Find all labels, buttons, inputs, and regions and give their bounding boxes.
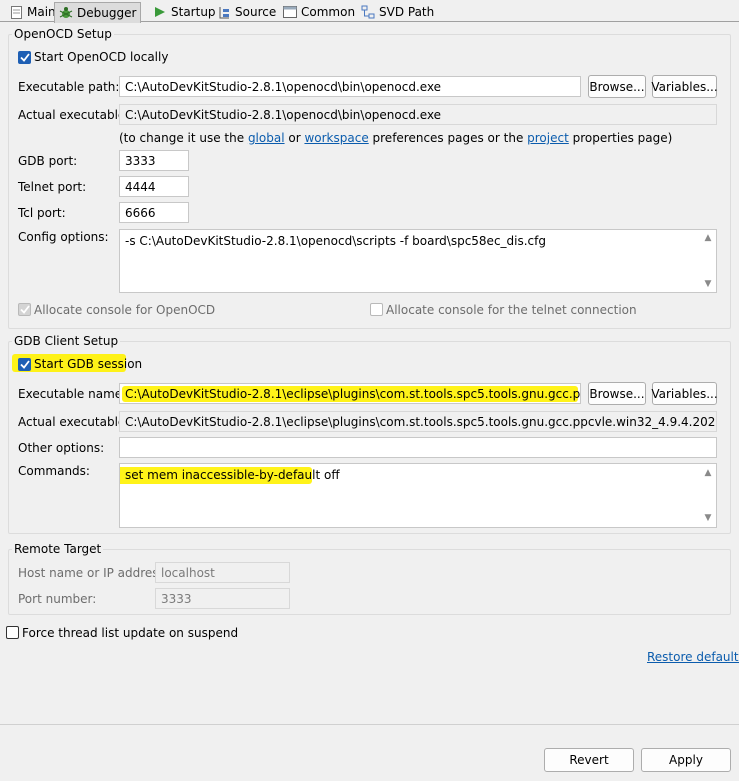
allocate-console-telnet-label: Allocate console for the telnet connecti…	[386, 303, 637, 317]
commands-label: Commands:	[18, 464, 90, 478]
apply-button[interactable]: Apply	[641, 748, 731, 772]
start-gdb-session-label: Start GDB session	[34, 357, 143, 371]
bug-icon	[59, 6, 73, 20]
gdb-browse-button[interactable]: Browse...	[588, 382, 646, 405]
commands-value: set mem inaccessible-by-default off	[125, 468, 340, 482]
check-icon	[19, 53, 30, 62]
openocd-setup-title: OpenOCD Setup	[12, 27, 114, 41]
tab-debugger[interactable]: Debugger	[54, 2, 142, 23]
common-icon	[283, 5, 297, 19]
other-options-label: Other options:	[18, 441, 105, 455]
tab-common[interactable]: Common	[278, 2, 360, 22]
host-name-label: Host name or IP address:	[18, 566, 169, 580]
revert-button[interactable]: Revert	[544, 748, 634, 772]
scroll-up-icon[interactable]: ▲	[702, 233, 714, 243]
start-openocd-label: Start OpenOCD locally	[34, 50, 169, 64]
page-icon	[9, 5, 23, 19]
play-icon	[153, 5, 167, 19]
hint-text-or: or	[284, 131, 305, 145]
openocd-exe-path-label: Executable path:	[18, 80, 120, 94]
commands-textarea[interactable]: set mem inaccessible-by-default off	[119, 463, 717, 528]
gdb-exe-name-input[interactable]: C:\AutoDevKitStudio-2.8.1\eclipse\plugin…	[119, 383, 581, 404]
openocd-variables-button[interactable]: Variables...	[651, 75, 718, 98]
telnet-port-input[interactable]: 4444	[119, 176, 189, 197]
hint-text-post: properties page)	[568, 131, 673, 145]
start-gdb-session-checkbox[interactable]	[18, 358, 31, 371]
start-openocd-checkbox[interactable]	[18, 51, 31, 64]
force-thread-update-checkbox[interactable]	[6, 626, 19, 639]
gdb-actual-exe-field: C:\AutoDevKitStudio-2.8.1\eclipse\plugin…	[119, 411, 717, 432]
gdb-exe-name-value: C:\AutoDevKitStudio-2.8.1\eclipse\plugin…	[125, 387, 581, 401]
hint-text-mid: preferences pages or the	[368, 131, 528, 145]
gdb-port-input[interactable]: 3333	[119, 150, 189, 171]
tab-debugger-label: Debugger	[77, 6, 137, 20]
remote-target-group	[8, 549, 731, 615]
restore-defaults-link[interactable]: Restore defaults	[647, 650, 739, 664]
tab-svd-path-label: SVD Path	[379, 5, 435, 19]
other-options-input[interactable]	[119, 437, 717, 458]
port-number-input[interactable]: 3333	[155, 588, 290, 609]
tab-source[interactable]: Source	[212, 2, 281, 22]
gdb-actual-exe-label: Actual executable:	[18, 415, 130, 429]
workspace-link[interactable]: workspace	[304, 131, 368, 145]
allocate-console-openocd-label: Allocate console for OpenOCD	[34, 303, 216, 317]
remote-target-title: Remote Target	[12, 542, 104, 556]
openocd-actual-exe-label: Actual executable:	[18, 108, 130, 122]
allocate-console-openocd-checkbox[interactable]	[18, 303, 31, 316]
check-icon	[19, 305, 30, 314]
scroll-down-icon[interactable]: ▼	[702, 279, 714, 289]
config-options-label: Config options:	[18, 230, 109, 244]
tab-main-label: Main	[27, 5, 56, 19]
openocd-exe-path-input[interactable]: C:\AutoDevKitStudio-2.8.1\openocd\bin\op…	[119, 76, 581, 97]
project-link[interactable]: project	[527, 131, 569, 145]
tab-main[interactable]: Main	[4, 2, 61, 22]
host-name-input[interactable]: localhost	[155, 562, 290, 583]
global-link[interactable]: global	[248, 131, 285, 145]
gdb-client-setup-title: GDB Client Setup	[12, 334, 121, 348]
telnet-port-label: Telnet port:	[18, 180, 87, 194]
tab-startup[interactable]: Startup	[148, 2, 221, 22]
port-number-label: Port number:	[18, 592, 97, 606]
openocd-change-hint: (to change it use the global or workspac…	[119, 131, 672, 145]
tab-source-label: Source	[235, 5, 277, 19]
gdb-port-label: GDB port:	[18, 154, 78, 168]
hint-text-pre: (to change it use the	[119, 131, 248, 145]
tab-common-label: Common	[301, 5, 356, 19]
tcl-port-input[interactable]: 6666	[119, 202, 189, 223]
allocate-console-telnet-checkbox[interactable]	[370, 303, 383, 316]
check-icon	[19, 360, 30, 369]
scroll-down-icon[interactable]: ▼	[702, 513, 714, 523]
config-options-textarea[interactable]: -s C:\AutoDevKitStudio-2.8.1\openocd\scr…	[119, 229, 717, 293]
gdb-exe-name-label: Executable name:	[18, 387, 127, 401]
force-thread-update-label: Force thread list update on suspend	[22, 626, 239, 640]
source-icon	[217, 5, 231, 19]
scroll-up-icon[interactable]: ▲	[702, 468, 714, 478]
openocd-actual-exe-field: C:\AutoDevKitStudio-2.8.1\openocd\bin\op…	[119, 104, 717, 125]
tab-startup-label: Startup	[171, 5, 216, 19]
bottom-divider	[0, 724, 739, 725]
openocd-browse-button[interactable]: Browse...	[588, 75, 646, 98]
svd-icon	[361, 5, 375, 19]
config-options-value: -s C:\AutoDevKitStudio-2.8.1\openocd\scr…	[125, 234, 546, 248]
tcl-port-label: Tcl port:	[18, 206, 66, 220]
tab-bar: Main Debugger Startup Source Common SVD …	[0, 0, 739, 23]
gdb-variables-button[interactable]: Variables...	[651, 382, 718, 405]
tab-svd-path[interactable]: SVD Path	[356, 2, 439, 22]
